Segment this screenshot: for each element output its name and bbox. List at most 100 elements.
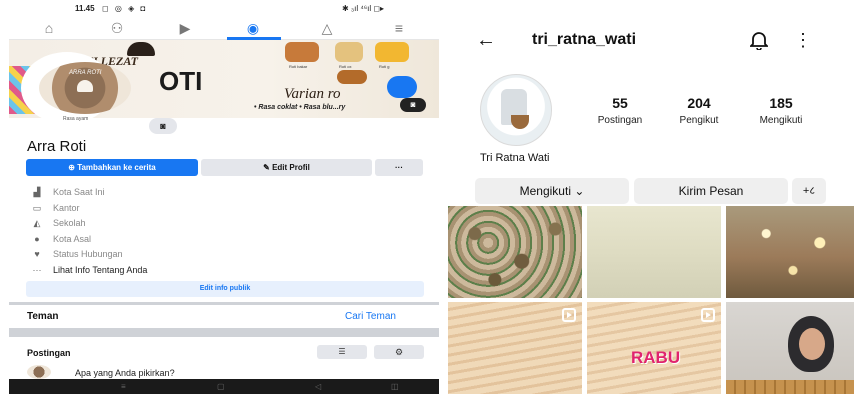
- stat-label: Postingan: [597, 115, 643, 126]
- stat-label: Pengikut: [679, 115, 719, 126]
- bread-label: Roti g: [379, 64, 390, 69]
- status-signal-battery: ✱ ₃ıl ⁴⁶ıl ◻▸: [342, 4, 385, 13]
- stat-posts[interactable]: 55 Postingan: [580, 95, 660, 126]
- post-overlay-text: RABU: [631, 348, 681, 367]
- person-face-graphic: [799, 328, 825, 360]
- info-label: Kota Asal: [53, 233, 92, 244]
- info-row-current-city[interactable]: ▟ Kota Saat Ini: [29, 185, 429, 201]
- stat-value: 185: [769, 95, 793, 111]
- home-button-icon[interactable]: ▢: [217, 382, 225, 391]
- facebook-top-nav: ⌂ ⚇ ▶ ◉ △ ≡: [9, 16, 439, 40]
- send-message-button[interactable]: Kirim Pesan: [634, 178, 788, 204]
- stat-label: Mengikuti: [759, 115, 803, 126]
- edit-profile-label: Edit Profil: [272, 163, 310, 172]
- bell-icon[interactable]: [750, 30, 768, 50]
- back-arrow-icon[interactable]: ←: [476, 28, 496, 52]
- profile-full-name: Tri Ratna Wati: [480, 152, 550, 164]
- stat-value: 204: [687, 95, 711, 111]
- info-row-hometown[interactable]: ● Kota Asal: [29, 232, 429, 248]
- more-vertical-icon[interactable]: ⋮: [794, 28, 812, 52]
- profile-name: Arra Roti: [27, 138, 87, 155]
- suggest-user-button[interactable]: +८: [792, 178, 826, 204]
- section-divider: [9, 302, 439, 305]
- edit-public-info-button[interactable]: Edit info publik: [26, 281, 424, 297]
- recent-apps-icon[interactable]: ≡: [121, 382, 126, 391]
- info-label: Sekolah: [53, 218, 86, 228]
- location-pin-icon: ●: [34, 233, 40, 244]
- avatar: ARRA ROTI: [39, 62, 131, 114]
- more-options-button[interactable]: ···: [375, 159, 423, 176]
- menu-icon[interactable]: ≡: [381, 19, 417, 37]
- camera-icon[interactable]: ◙: [400, 98, 426, 112]
- instagram-profile-screen: ← tri_ratna_wati ⋮ Tri Ratna Wati 55 Pos…: [446, 0, 854, 394]
- bowl-graphic: [511, 115, 529, 129]
- info-row-workplace[interactable]: ▭ Kantor: [29, 201, 429, 217]
- system-navigation-bar: ≡ ▢ ◁ ◫: [9, 379, 439, 394]
- info-label: Status Hubungan: [53, 249, 123, 259]
- pencil-icon: ✎: [263, 163, 273, 172]
- stat-followers[interactable]: 204 Pengikut: [659, 95, 739, 126]
- grid-post-3[interactable]: [726, 206, 854, 298]
- info-row-school[interactable]: ◭ Sekolah: [29, 216, 429, 232]
- more-dots-icon: ···: [32, 264, 42, 275]
- avatar: [27, 365, 51, 379]
- status-bar: 11.45 ◻ ◎ ◈ ◘ ✱ ₃ıl ⁴⁶ıl ◻▸: [9, 0, 439, 16]
- facebook-profile-screen: 11.45 ◻ ◎ ◈ ◘ ✱ ₃ıl ⁴⁶ıl ◻▸ ⌂ ⚇ ▶ ◉ △ ≡ …: [9, 0, 439, 394]
- find-friends-link[interactable]: Cari Teman: [345, 311, 396, 322]
- info-label: Kota Saat Ini: [53, 187, 105, 197]
- briefcase-icon: ▭: [32, 202, 42, 213]
- home-icon[interactable]: ⌂: [31, 19, 67, 37]
- bread-image: [335, 42, 363, 62]
- video-icon[interactable]: ▶: [167, 19, 203, 37]
- info-label: Lihat Info Tentang Anda: [53, 264, 148, 275]
- cover-varian-text: Varian ro: [284, 86, 341, 102]
- profile-icon[interactable]: ◉: [235, 19, 271, 37]
- back-button-icon[interactable]: ◁: [315, 382, 321, 391]
- friends-icon[interactable]: ⚇: [99, 19, 135, 37]
- bread-image: [375, 42, 409, 62]
- gear-icon[interactable]: ⚙: [374, 345, 424, 359]
- posts-section-title: Postingan: [27, 348, 71, 358]
- profile-info-list: ▟ Kota Saat Ini ▭ Kantor ◭ Sekolah ● Kota As…: [29, 185, 429, 278]
- bread-label: Roti ox: [339, 64, 352, 69]
- reel-icon: [701, 308, 715, 322]
- grid-post-4[interactable]: [448, 302, 582, 394]
- info-row-see-about[interactable]: ··· Lihat Info Tentang Anda: [29, 263, 429, 279]
- post-grid: RABU: [448, 206, 854, 394]
- info-row-relationship[interactable]: ♥ Status Hubungan: [29, 247, 429, 263]
- section-divider: [9, 328, 439, 337]
- plus-icon: ⊕: [68, 163, 78, 172]
- donut-image: [337, 70, 367, 84]
- grid-post-6[interactable]: [726, 302, 854, 394]
- reel-icon: [562, 308, 576, 322]
- avatar[interactable]: [480, 74, 552, 146]
- building-icon: ▟: [33, 187, 41, 197]
- edit-profile-button[interactable]: ✎ Edit Profil: [201, 159, 372, 176]
- cover-big-text: OTI: [159, 66, 203, 96]
- stat-value: 55: [612, 95, 628, 111]
- profile-username: tri_ratna_wati: [532, 31, 637, 48]
- camera-icon[interactable]: ◙: [149, 118, 177, 134]
- assistant-icon[interactable]: ◫: [391, 382, 399, 391]
- graduation-cap-icon: ◭: [33, 218, 41, 228]
- stat-following[interactable]: 185 Mengikuti: [741, 95, 821, 126]
- bell-icon[interactable]: △: [309, 19, 345, 37]
- avatar-brand-text: ARRA ROTI: [69, 70, 102, 76]
- profile-picture[interactable]: ARRA ROTI Rasa ayam: [21, 52, 139, 124]
- comparison-screenshot: 11.45 ◻ ◎ ◈ ◘ ✱ ₃ıl ⁴⁶ıl ◻▸ ⌂ ⚇ ▶ ◉ △ ≡ …: [0, 0, 854, 394]
- heart-icon: ♥: [34, 249, 40, 259]
- filter-icon[interactable]: ☰: [317, 345, 367, 359]
- grid-post-2[interactable]: [587, 206, 721, 298]
- grid-post-5[interactable]: RABU: [587, 302, 721, 394]
- status-time: 11.45: [75, 4, 95, 13]
- grid-post-1[interactable]: [448, 206, 582, 298]
- add-story-button[interactable]: ⊕ Tambahkan ke cerita: [26, 159, 198, 176]
- following-button[interactable]: Mengikuti ⌄: [475, 178, 629, 204]
- compose-post-input[interactable]: Apa yang Anda pikirkan?: [75, 368, 175, 378]
- avatar-caption: Rasa ayam: [63, 116, 89, 122]
- cover-camera-badge[interactable]: [387, 76, 417, 98]
- info-label: Kantor: [53, 202, 80, 213]
- chef-hat-icon: [77, 80, 93, 92]
- bread-label: Roti bakar: [289, 64, 308, 69]
- bread-image: [285, 42, 319, 62]
